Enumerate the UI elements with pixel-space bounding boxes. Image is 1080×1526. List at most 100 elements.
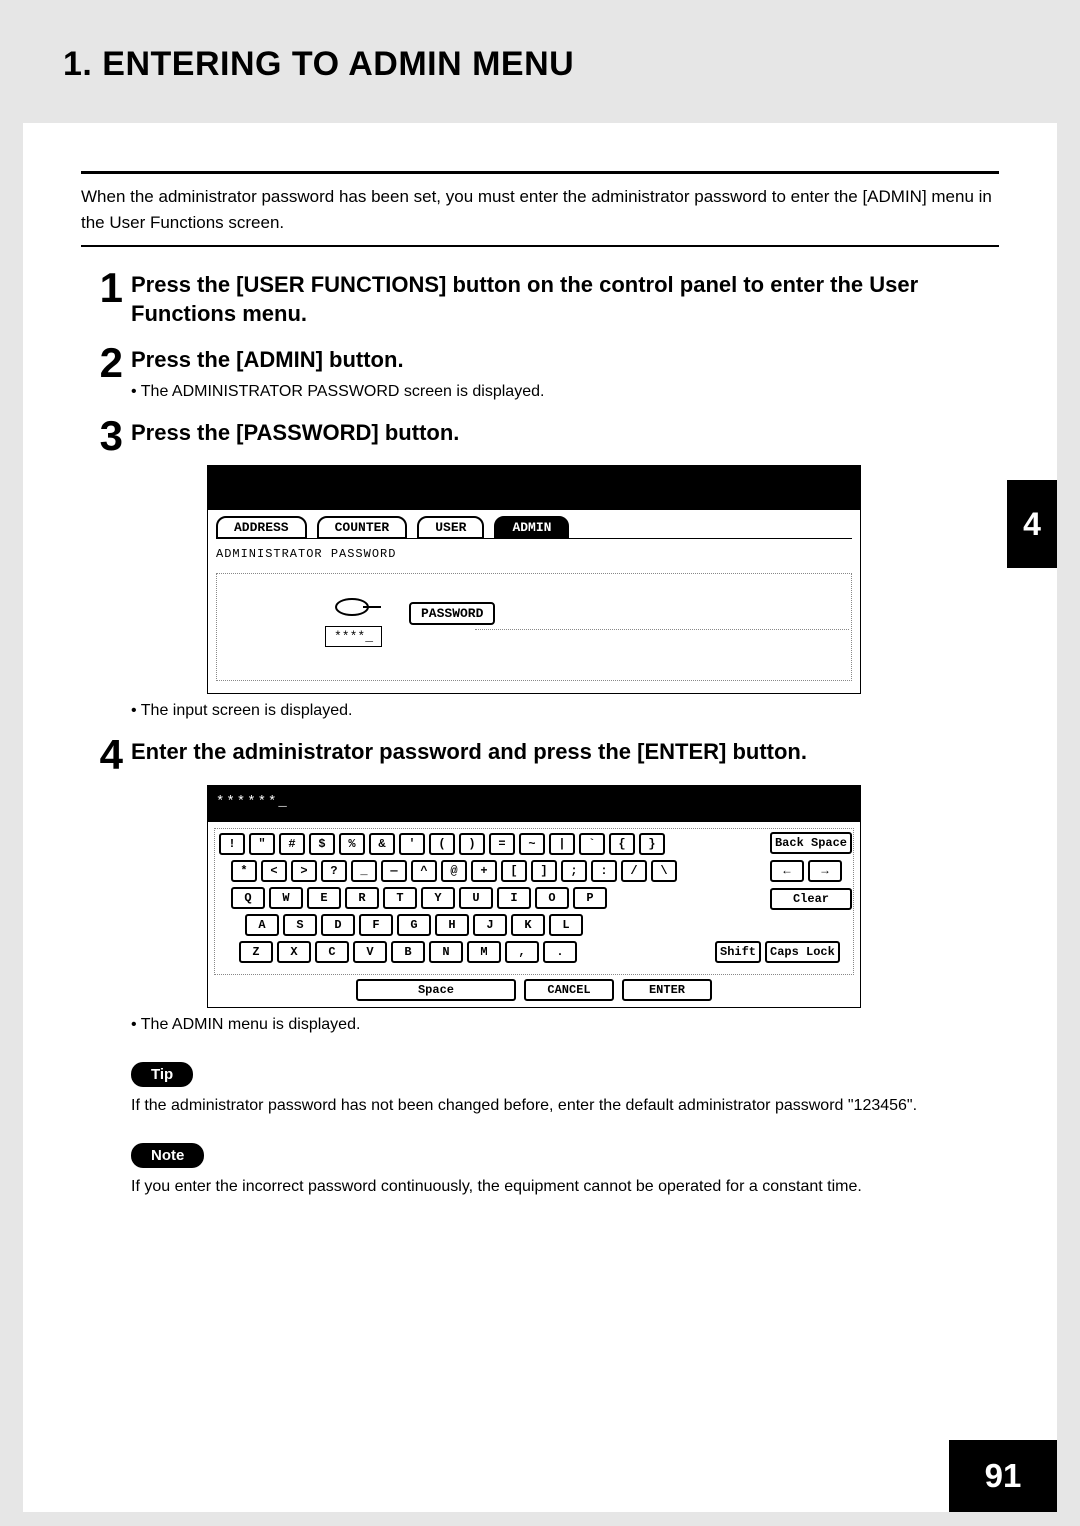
step-bullet: The ADMINISTRATOR PASSWORD screen is dis… [131, 383, 999, 401]
arrow-left-button[interactable]: ← [770, 860, 804, 882]
key-char[interactable]: # [279, 833, 305, 855]
key-c[interactable]: C [315, 941, 349, 963]
step-number: 1 [81, 267, 131, 328]
key-s[interactable]: S [283, 914, 317, 936]
content-area: When the administrator password has been… [23, 171, 1057, 1196]
key-q[interactable]: Q [231, 887, 265, 909]
key-h[interactable]: H [435, 914, 469, 936]
key-comma[interactable]: , [505, 941, 539, 963]
key-char[interactable]: [ [501, 860, 527, 882]
step-number: 2 [81, 342, 131, 401]
key-char[interactable]: ; [561, 860, 587, 882]
key-period[interactable]: . [543, 941, 577, 963]
page-number: 91 [949, 1440, 1057, 1512]
key-u[interactable]: U [459, 887, 493, 909]
rule-thin [81, 245, 999, 247]
header-band: 1. ENTERING TO ADMIN MENU [23, 15, 1057, 123]
key-l[interactable]: L [549, 914, 583, 936]
key-char[interactable]: > [291, 860, 317, 882]
key-char[interactable]: } [639, 833, 665, 855]
key-i[interactable]: I [497, 887, 531, 909]
key-char[interactable]: : [591, 860, 617, 882]
key-char[interactable]: | [549, 833, 575, 855]
key-w[interactable]: W [269, 887, 303, 909]
key-char[interactable]: ^ [411, 860, 437, 882]
key-char[interactable]: / [621, 860, 647, 882]
key-char[interactable]: ~ [519, 833, 545, 855]
key-char[interactable]: _ [351, 860, 377, 882]
key-k[interactable]: K [511, 914, 545, 936]
space-button[interactable]: Space [356, 979, 516, 1001]
key-char[interactable]: $ [309, 833, 335, 855]
steps-list: 1 Press the [USER FUNCTIONS] button on t… [81, 267, 999, 1196]
key-char[interactable]: @ [441, 860, 467, 882]
keyboard-row-3: Q W E R T Y U I O P [219, 887, 849, 909]
tab-address[interactable]: ADDRESS [216, 516, 307, 539]
page-title: 1. ENTERING TO ADMIN MENU [63, 45, 1017, 84]
capslock-button[interactable]: Caps Lock [765, 941, 840, 963]
key-b[interactable]: B [391, 941, 425, 963]
key-char[interactable]: = [489, 833, 515, 855]
key-char[interactable]: \ [651, 860, 677, 882]
password-tab-screenshot: ADDRESS COUNTER USER ADMIN ADMINISTRATOR… [207, 465, 861, 694]
key-n[interactable]: N [429, 941, 463, 963]
key-char[interactable]: ' [399, 833, 425, 855]
key-char[interactable]: < [261, 860, 287, 882]
key-t[interactable]: T [383, 887, 417, 909]
key-char[interactable]: { [609, 833, 635, 855]
key-o[interactable]: O [535, 887, 569, 909]
key-char[interactable]: ! [219, 833, 245, 855]
key-r[interactable]: R [345, 887, 379, 909]
key-v[interactable]: V [353, 941, 387, 963]
key-a[interactable]: A [245, 914, 279, 936]
key-char[interactable]: + [471, 860, 497, 882]
rule-thick [81, 171, 999, 174]
keyboard-bottom-row: Space CANCEL ENTER [214, 979, 854, 1001]
keyboard-row-1: ! " # $ % & ' ( ) = [219, 833, 849, 855]
backspace-button[interactable]: Back Space [770, 832, 852, 854]
key-char[interactable]: " [249, 833, 275, 855]
keyboard-row-4: A S D F G H J K L [219, 914, 849, 936]
key-char[interactable]: * [231, 860, 257, 882]
step-title: Press the [USER FUNCTIONS] button on the… [131, 267, 999, 328]
key-char[interactable]: & [369, 833, 395, 855]
step-number: 3 [81, 415, 131, 721]
enter-button[interactable]: ENTER [622, 979, 712, 1001]
key-char[interactable]: ( [429, 833, 455, 855]
key-char[interactable]: ? [321, 860, 347, 882]
tab-admin[interactable]: ADMIN [494, 516, 569, 539]
cancel-button[interactable]: CANCEL [524, 979, 614, 1001]
tab-bar: ADDRESS COUNTER USER ADMIN [216, 516, 852, 539]
key-char[interactable]: — [381, 860, 407, 882]
key-g[interactable]: G [397, 914, 431, 936]
key-x[interactable]: X [277, 941, 311, 963]
key-char[interactable]: ) [459, 833, 485, 855]
step-title: Press the [ADMIN] button. [131, 342, 999, 375]
key-f[interactable]: F [359, 914, 393, 936]
key-e[interactable]: E [307, 887, 341, 909]
arrow-right-button[interactable]: → [808, 860, 842, 882]
key-char[interactable]: % [339, 833, 365, 855]
keyboard-side-column: Back Space ← → Clear [770, 832, 852, 910]
intro-text: When the administrator password has been… [81, 184, 999, 235]
keyboard-row-5: Z X C V B N M , . S [219, 941, 849, 963]
key-p[interactable]: P [573, 887, 607, 909]
tab-counter[interactable]: COUNTER [317, 516, 408, 539]
step-1: 1 Press the [USER FUNCTIONS] button on t… [81, 267, 999, 328]
shift-button[interactable]: Shift [715, 941, 761, 963]
key-d[interactable]: D [321, 914, 355, 936]
step-title: Press the [PASSWORD] button. [131, 415, 999, 448]
step-bullet: The input screen is displayed. [131, 702, 999, 720]
keyboard-panel: ! " # $ % & ' ( ) = [214, 828, 854, 975]
keyboard-input-display: ******_ [208, 786, 860, 822]
clear-button[interactable]: Clear [770, 888, 852, 910]
key-j[interactable]: J [473, 914, 507, 936]
key-z[interactable]: Z [239, 941, 273, 963]
key-icon [335, 598, 369, 616]
key-char[interactable]: ] [531, 860, 557, 882]
key-char[interactable]: ` [579, 833, 605, 855]
key-y[interactable]: Y [421, 887, 455, 909]
step-number: 4 [81, 734, 131, 1196]
key-m[interactable]: M [467, 941, 501, 963]
tab-user[interactable]: USER [417, 516, 484, 539]
